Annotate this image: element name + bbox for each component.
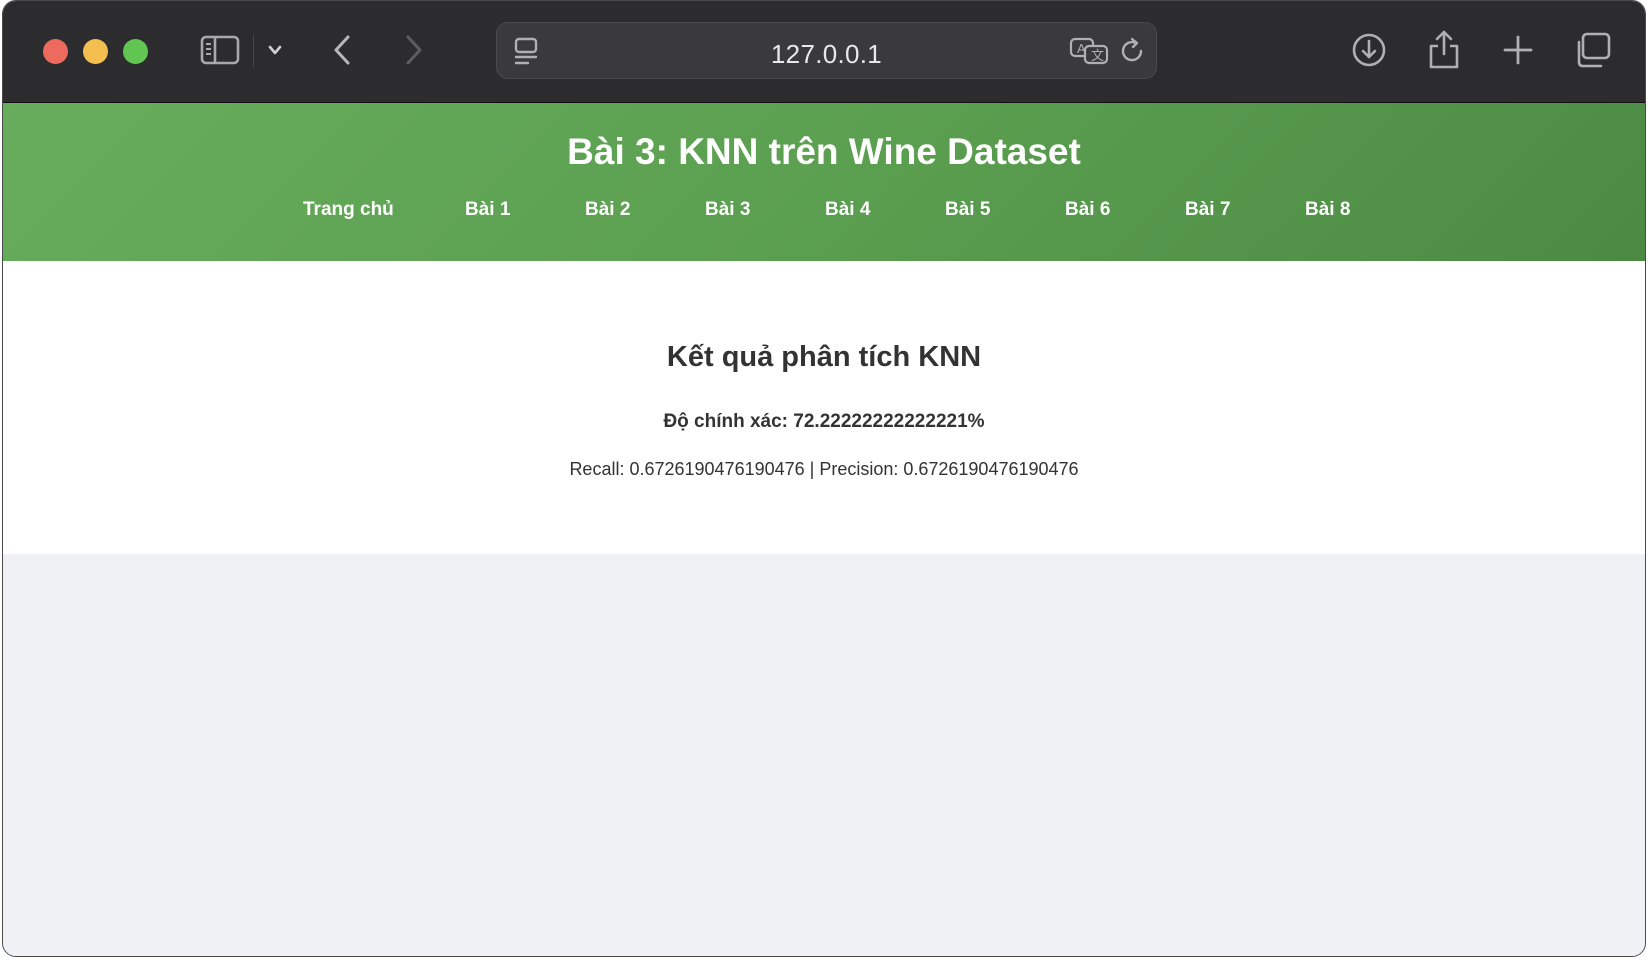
accuracy-text: Độ chính xác: 72.22222222222221% xyxy=(663,411,985,432)
nav-item-bai-6[interactable]: Bài 6 xyxy=(1065,199,1110,221)
reload-icon[interactable] xyxy=(1118,35,1148,67)
close-window-button[interactable] xyxy=(43,39,68,64)
address-bar[interactable]: 127.0.0.1 A文 xyxy=(496,22,1157,79)
main-nav: Trang chủ Bài 1 Bài 2 Bài 3 Bài 4 Bài 5 … xyxy=(3,199,1645,223)
nav-item-bai-8[interactable]: Bài 8 xyxy=(1305,199,1350,221)
nav-item-bai-7[interactable]: Bài 7 xyxy=(1185,199,1230,221)
toolbar-divider xyxy=(253,35,254,67)
nav-item-bai-3[interactable]: Bài 3 xyxy=(705,199,750,221)
share-icon[interactable] xyxy=(1424,27,1464,71)
result-panel: Kết quả phân tích KNN Độ chính xác: 72.2… xyxy=(3,261,1645,554)
forward-arrow-icon[interactable] xyxy=(399,31,429,69)
tab-overview-icon[interactable] xyxy=(1571,29,1615,71)
translate-icon[interactable]: A文 xyxy=(1068,35,1110,67)
url-text[interactable]: 127.0.0.1 xyxy=(497,39,1156,70)
zoom-window-button[interactable] xyxy=(123,39,148,64)
back-arrow-icon[interactable] xyxy=(327,31,357,69)
download-icon[interactable] xyxy=(1349,30,1389,70)
svg-text:文: 文 xyxy=(1091,48,1104,63)
site-header: Bài 3: KNN trên Wine Dataset Trang chủ B… xyxy=(3,103,1645,261)
minimize-window-button[interactable] xyxy=(83,39,108,64)
page-title: Bài 3: KNN trên Wine Dataset xyxy=(567,131,1081,172)
plus-icon[interactable] xyxy=(1498,30,1538,70)
nav-item-home[interactable]: Trang chủ xyxy=(303,199,394,221)
nav-item-bai-4[interactable]: Bài 4 xyxy=(825,199,870,221)
browser-toolbar: 127.0.0.1 A文 xyxy=(3,1,1645,103)
chevron-down-icon[interactable] xyxy=(264,41,286,59)
browser-window: 127.0.0.1 A文 Bài 3: KNN trên Wine Datase… xyxy=(2,0,1646,957)
sidebar-icon[interactable] xyxy=(199,33,241,67)
result-heading: Kết quả phân tích KNN xyxy=(666,341,982,373)
page-viewport: Bài 3: KNN trên Wine Dataset Trang chủ B… xyxy=(3,103,1645,956)
nav-item-bai-2[interactable]: Bài 2 xyxy=(585,199,630,221)
nav-item-bai-1[interactable]: Bài 1 xyxy=(465,199,510,221)
metrics-text: Recall: 0.6726190476190476 | Precision: … xyxy=(569,459,1079,479)
nav-item-bai-5[interactable]: Bài 5 xyxy=(945,199,990,221)
